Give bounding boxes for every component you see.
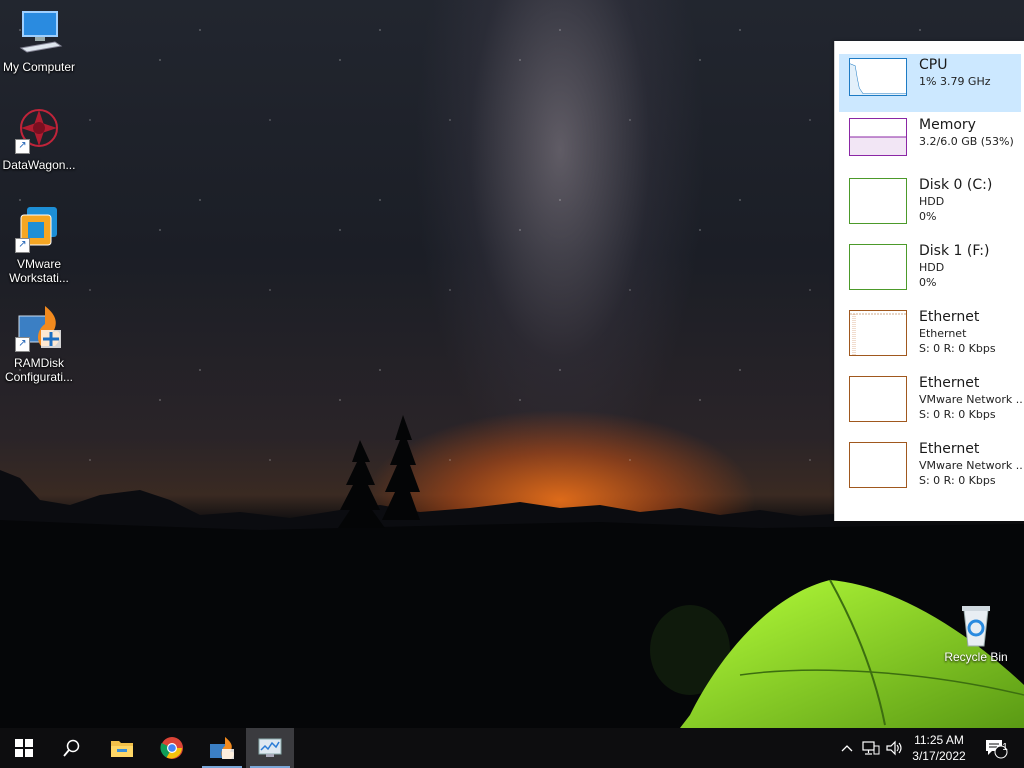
vmware-icon: ↗ [15, 205, 63, 253]
volume-tray-button[interactable] [884, 728, 906, 768]
desktop-icon-label: Recycle Bin [944, 650, 1008, 664]
datawagon-icon: ↗ [15, 106, 63, 154]
taskbar-clock[interactable]: 11:25 AM 3/17/2022 [905, 732, 973, 764]
shortcut-arrow-icon: ↗ [15, 238, 30, 253]
desktop-icon-label: My Computer [2, 60, 76, 74]
perf-item-detail: S: 0 R: 0 Kbps [919, 474, 996, 487]
perf-item-detail: 3.2/6.0 GB (53%) [919, 135, 1014, 148]
windows-start-icon [15, 739, 33, 757]
perf-item-ethernet-1[interactable]: Ethernet Ethernet S: 0 R: 0 Kbps [839, 306, 1021, 364]
perf-item-ethernet-3[interactable]: Ethernet VMware Network ... S: 0 R: 0 Kb… [839, 438, 1023, 496]
start-button[interactable] [0, 728, 48, 768]
memory-graph-thumbnail [849, 118, 907, 156]
file-explorer-icon [111, 741, 133, 757]
perf-item-title: Ethernet [919, 441, 980, 457]
desktop-icon-datawagon[interactable]: ↗ DataWagon... [0, 106, 78, 172]
disk1-graph-thumbnail [849, 244, 907, 290]
desktop-icon-label: RAMDisk Configurati... [4, 356, 74, 384]
ethernet3-graph-thumbnail [849, 442, 907, 488]
perf-item-title: Ethernet [919, 375, 980, 391]
perf-item-title: Disk 0 (C:) [919, 177, 993, 193]
perf-item-detail: S: 0 R: 0 Kbps [919, 408, 996, 421]
computer-icon [15, 8, 63, 56]
perf-item-memory[interactable]: Memory 3.2/6.0 GB (53%) [839, 114, 1021, 172]
clock-time: 11:25 AM [914, 733, 964, 747]
desktop-icon-label: VMware Workstati... [9, 257, 69, 285]
taskbar-app-file-explorer[interactable] [98, 728, 146, 768]
perf-item-cpu[interactable]: CPU 1% 3.79 GHz [839, 54, 1021, 112]
perf-item-title: Ethernet [919, 309, 980, 325]
perf-item-detail: VMware Network ... [919, 393, 1023, 406]
search-button[interactable] [48, 728, 96, 768]
notification-count-badge: 1 [1002, 742, 1008, 753]
perf-item-disk-0[interactable]: Disk 0 (C:) HDD 0% [839, 174, 1021, 232]
desktop-icon-ramdisk[interactable]: ↗ RAMDisk Configurati... [0, 304, 78, 384]
taskbar-app-chrome[interactable] [148, 728, 196, 768]
recycle-bin-icon [952, 600, 1000, 648]
chevron-up-icon [841, 745, 853, 752]
ramdisk-icon: ↗ [15, 304, 63, 352]
task-manager-icon [258, 738, 282, 757]
search-icon [63, 739, 80, 757]
desktop-icon-vmware[interactable]: ↗ VMware Workstati... [0, 205, 78, 285]
perf-item-disk-1[interactable]: Disk 1 (F:) HDD 0% [839, 240, 1021, 298]
network-icon [862, 741, 880, 755]
clock-date: 3/17/2022 [912, 749, 966, 763]
perf-item-title: Disk 1 (F:) [919, 243, 990, 259]
ethernet1-graph-thumbnail [849, 310, 907, 356]
shortcut-arrow-icon: ↗ [15, 139, 30, 154]
perf-item-detail: 0% [919, 210, 937, 223]
shortcut-arrow-icon: ↗ [15, 337, 30, 352]
taskbar-app-ramdisk[interactable] [198, 728, 246, 768]
taskbar-app-task-manager[interactable] [246, 728, 294, 768]
perf-item-ethernet-2[interactable]: Ethernet VMware Network ... S: 0 R: 0 Kb… [839, 372, 1023, 430]
ethernet2-graph-thumbnail [849, 376, 907, 422]
desktop-icon-recycle-bin[interactable]: Recycle Bin [940, 600, 1012, 664]
chrome-icon [160, 737, 183, 759]
perf-item-detail: VMware Network ... [919, 459, 1023, 472]
perf-item-detail: 0% [919, 276, 937, 289]
perf-item-detail: Ethernet [919, 327, 967, 340]
perf-item-detail: HDD [919, 261, 945, 274]
ramdisk-app-icon [210, 737, 234, 759]
cpu-graph-thumbnail [849, 58, 907, 96]
perf-item-title: CPU [919, 57, 948, 73]
taskbar: 11:25 AM 3/17/2022 1 [0, 728, 1024, 768]
perf-item-detail: HDD [919, 195, 945, 208]
disk0-graph-thumbnail [849, 178, 907, 224]
perf-item-detail: S: 0 R: 0 Kbps [919, 342, 996, 355]
network-tray-button[interactable] [860, 728, 882, 768]
desktop-icon-my-computer[interactable]: My Computer [0, 8, 78, 74]
show-hidden-icons-button[interactable] [836, 728, 858, 768]
perf-item-title: Memory [919, 117, 976, 133]
task-manager-performance-panel: CPU 1% 3.79 GHz Memory 3.2/6.0 GB (53%) … [834, 41, 1024, 521]
action-center-button[interactable]: 1 [978, 728, 1014, 768]
volume-icon [886, 740, 902, 756]
desktop-icon-label: DataWagon... [2, 158, 76, 172]
perf-item-detail: 1% 3.79 GHz [919, 75, 991, 88]
